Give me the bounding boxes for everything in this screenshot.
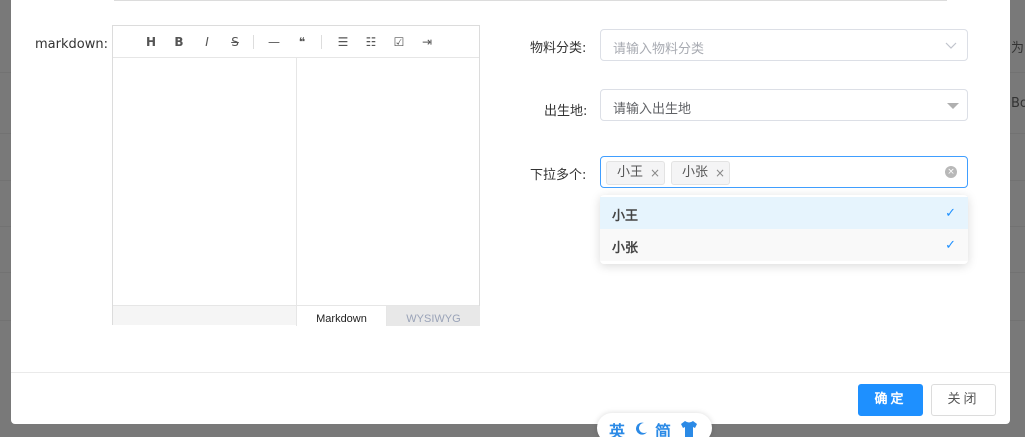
tab-markdown[interactable]: Markdown [296,306,387,326]
multi-select-label: 下拉多个: [530,168,587,183]
tab-wysiwyg[interactable]: WYSIWYG [387,306,480,326]
indent-icon[interactable]: ⇥ [419,34,435,50]
quote-icon[interactable]: ❝ [294,34,310,50]
selected-tag: 小张 × [671,161,730,185]
selected-tag: 小王 × [606,161,665,185]
category-label: 物料分类: [530,41,587,56]
birthplace-value: 请输入出生地 [613,102,692,117]
shirt-icon[interactable] [679,420,699,437]
moon-icon[interactable] [633,421,649,437]
birthplace-select[interactable]: 请输入出生地 [600,89,968,121]
strikethrough-icon[interactable]: S [227,34,243,50]
footer-divider [11,372,1010,373]
toolbar-separator [253,35,254,49]
ordered-list-icon[interactable]: ☷ [363,34,379,50]
editor-mode-bar: Markdown WYSIWYG [113,305,480,326]
tag-close-icon[interactable]: × [650,162,660,184]
clear-icon[interactable]: × [945,166,957,178]
check-icon: ✓ [945,206,956,221]
bullet-list-icon[interactable]: ☰ [335,34,351,50]
bold-icon[interactable]: B [171,34,187,50]
close-button[interactable]: 关闭 [931,384,996,416]
markdown-editor[interactable]: H B I S — ❝ ☰ ☷ ☑ ⇥ Markdown WYSIWYG [112,25,480,326]
simplified-toggle[interactable]: 简 [655,418,671,437]
option-label: 小张 [612,241,639,256]
caret-down-icon [947,103,959,109]
toolbar-separator [321,35,322,49]
english-toggle[interactable]: 英 [609,418,625,437]
dropdown-option[interactable]: 小王 ✓ [600,197,968,229]
birthplace-label: 出生地: [544,104,588,119]
heading-icon[interactable]: H [143,34,159,50]
multi-select-dropdown: 小王 ✓ 小张 ✓ [600,195,968,264]
top-divider [114,0,947,1]
horizontal-rule-icon[interactable]: — [266,34,282,50]
editor-pane-divider [296,58,297,305]
editor-toolbar: H B I S — ❝ ☰ ☷ ☑ ⇥ [113,26,479,58]
language-widget: 英 简 [597,413,712,437]
category-select[interactable]: 请输入物料分类 [600,29,968,61]
tag-label: 小张 [682,165,709,180]
chevron-down-icon [945,42,957,49]
check-icon: ✓ [945,238,956,253]
italic-icon[interactable]: I [199,34,215,50]
task-list-icon[interactable]: ☑ [391,34,407,50]
confirm-button[interactable]: 确定 [858,384,923,416]
option-label: 小王 [612,209,639,224]
dropdown-option[interactable]: 小张 ✓ [600,229,968,261]
category-placeholder: 请输入物料分类 [613,42,705,57]
markdown-label: markdown: [35,37,108,52]
tag-close-icon[interactable]: × [715,162,725,184]
tag-label: 小王 [617,165,644,180]
multi-select[interactable]: 小王 × 小张 × × [600,156,968,188]
edit-dialog: markdown: H B I S — ❝ ☰ ☷ ☑ ⇥ Markdown WYSIWYG 物料… [11,0,1010,424]
